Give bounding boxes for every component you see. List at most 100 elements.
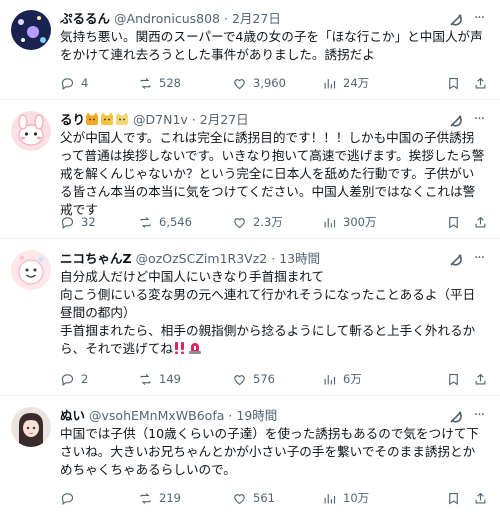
timestamp[interactable]: 2月27日 (200, 112, 249, 127)
post-header: ぬい @vsohEMnMxWB6ofa · 19時間 (60, 407, 490, 425)
share-icon[interactable] (473, 372, 488, 387)
avatar[interactable] (11, 250, 51, 290)
timestamp[interactable]: 2月27日 (232, 11, 281, 26)
user-handle[interactable]: @Andronicus808 (114, 11, 220, 26)
repost-icon (140, 492, 151, 504)
display-name[interactable]: るり (60, 112, 85, 127)
views-icon (324, 217, 336, 227)
display-name[interactable]: ぷるるん (60, 11, 110, 26)
user-handle[interactable]: @D7N1v (133, 112, 188, 127)
repost-button[interactable]: 6,546 (138, 215, 232, 230)
reply-post[interactable]: ニコちゃんZ @ozOzSCZim1R3Vz2 · 13時間 ··· 自分成人だけど中… (0, 240, 500, 396)
share-icon[interactable] (473, 215, 488, 230)
reply-icon (61, 373, 74, 386)
view-count: 300万 (343, 215, 377, 229)
more-icon[interactable]: ··· (470, 111, 488, 127)
heart-icon (234, 78, 245, 89)
repost-icon (140, 216, 151, 228)
repost-icon (140, 373, 151, 385)
display-name[interactable]: ぬい (60, 408, 85, 423)
share-icon[interactable] (473, 491, 488, 506)
views-button[interactable]: 300万 (322, 214, 426, 230)
views-button[interactable]: 10万 (322, 490, 426, 506)
views-icon (324, 78, 336, 88)
reply-post[interactable]: ぷるるん @Andronicus808 · 2月27日 ··· 気持ち悪い。関西のスー… (0, 0, 500, 100)
heart-icon (234, 493, 245, 504)
grok-icon[interactable] (448, 12, 464, 28)
like-count: 3,960 (253, 76, 286, 90)
post-text: 気持ち悪い。関西のスーパーで4歳の女の子を「ほな行こか」と中国人が声をかけて連れ… (60, 29, 483, 62)
repost-button[interactable]: 149 (138, 372, 232, 387)
reply-count: 2 (81, 372, 89, 386)
separator: · (224, 11, 228, 26)
repost-button[interactable]: 219 (138, 491, 232, 506)
avatar[interactable] (11, 10, 51, 50)
action-bar: 219 561 10万 (60, 489, 488, 507)
separator: · (228, 408, 233, 423)
repost-icon (140, 77, 151, 89)
like-count: 561 (253, 491, 275, 505)
share-icon[interactable] (473, 76, 488, 91)
post-text: 父が中国人です。これは完全に誘拐目的です！！！しかも中国の子供誘拐って普通は挨拶… (60, 130, 485, 217)
heart-icon (234, 374, 245, 385)
more-icon[interactable]: ··· (470, 407, 488, 423)
repost-count: 219 (159, 491, 181, 505)
bookmark-icon[interactable] (446, 491, 461, 506)
reply-icon (61, 216, 74, 229)
grok-icon[interactable] (448, 113, 464, 129)
reply-button[interactable] (60, 491, 138, 506)
like-button[interactable]: 2.3万 (232, 214, 322, 230)
user-handle[interactable]: @ozOzSCZim1R3Vz2 (136, 251, 268, 266)
reply-post[interactable]: ぬい @vsohEMnMxWB6ofa · 19時間 ··· 中国では子供（10歳くら… (0, 397, 500, 513)
views-icon (324, 374, 336, 384)
views-icon (324, 493, 336, 503)
bookmark-icon[interactable] (446, 215, 461, 230)
reply-count: 32 (81, 215, 96, 229)
view-count: 6万 (343, 372, 362, 386)
like-button[interactable]: 576 (232, 372, 322, 387)
post-text: 自分成人だけど中国人にいきなり手首掴まれて 向こう側にいる変な男の元へ連れて行か… (60, 268, 486, 360)
reply-button[interactable]: 32 (60, 215, 138, 230)
repost-count: 6,546 (159, 215, 192, 229)
double-exclamation-icon (173, 341, 187, 360)
post-header: るり @D7N1v · 2月27日 (60, 111, 490, 129)
separator: · (271, 251, 276, 266)
avatar[interactable] (11, 111, 51, 151)
post-text-content: 自分成人だけど中国人にいきなり手首掴まれて 向こう側にいる変な男の元へ連れて行か… (60, 269, 476, 356)
post-header: ニコちゃんZ @ozOzSCZim1R3Vz2 · 13時間 (60, 250, 490, 268)
action-bar: 4 528 3,960 24万 (60, 74, 488, 92)
views-button[interactable]: 6万 (322, 371, 426, 387)
reply-post[interactable]: るり @D7N1v · 2月27日 ··· 父が中国人です。これは完全に誘拐目的です！… (0, 101, 500, 239)
grok-icon[interactable] (448, 409, 464, 425)
like-button[interactable]: 561 (232, 491, 322, 506)
display-name[interactable]: ニコちゃんZ (60, 251, 132, 266)
reply-button[interactable]: 2 (60, 372, 138, 387)
timestamp[interactable]: 13時間 (279, 251, 320, 266)
like-count: 2.3万 (253, 215, 283, 229)
views-button[interactable]: 24万 (322, 75, 426, 91)
reply-icon (61, 492, 74, 505)
post-header: ぷるるん @Andronicus808 · 2月27日 (60, 10, 490, 28)
action-bar: 32 6,546 2.3万 300万 (60, 213, 488, 231)
view-count: 10万 (343, 491, 370, 505)
bookmark-icon[interactable] (446, 372, 461, 387)
view-count: 24万 (343, 76, 370, 90)
like-count: 576 (253, 372, 275, 386)
repost-button[interactable]: 528 (138, 76, 232, 91)
user-handle[interactable]: @vsohEMnMxWB6ofa (89, 408, 224, 423)
reply-feed: ぷるるん @Andronicus808 · 2月27日 ··· 気持ち悪い。関西のスー… (0, 0, 500, 513)
repost-count: 149 (159, 372, 181, 386)
reply-button[interactable]: 4 (60, 76, 138, 91)
more-icon[interactable]: ··· (470, 250, 488, 266)
repost-count: 528 (159, 76, 181, 90)
like-button[interactable]: 3,960 (232, 76, 322, 91)
post-text: 中国では子供（10歳くらいの子達）を使った誘拐もあるので気をつけて下さいね。大き… (60, 426, 480, 477)
siren-icon (187, 341, 203, 360)
more-icon[interactable]: ··· (470, 10, 488, 26)
timestamp[interactable]: 19時間 (236, 408, 277, 423)
bookmark-icon[interactable] (446, 76, 461, 91)
avatar[interactable] (11, 407, 51, 447)
reply-count: 4 (81, 76, 89, 90)
heart-icon (234, 217, 245, 228)
grok-icon[interactable] (448, 252, 464, 268)
